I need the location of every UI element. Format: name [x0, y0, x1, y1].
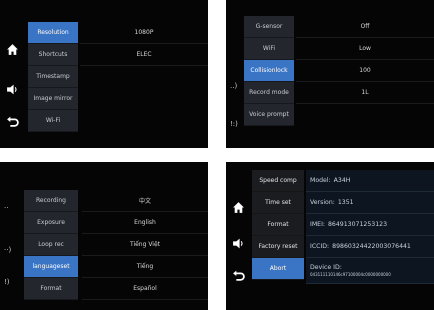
option-value[interactable]: 100	[296, 60, 434, 82]
menu-item-timestamp[interactable]: Timestamp	[28, 66, 78, 88]
language-option[interactable]: 中文	[82, 190, 208, 212]
side-indicator: ··	[4, 204, 9, 212]
menu-item-g-sensor[interactable]: G-sensor	[244, 16, 294, 38]
device-info: Model: A34H Version: 1351 IMEI: 86491307…	[306, 170, 434, 284]
back-icon[interactable]	[229, 266, 247, 284]
language-option[interactable]: Español	[82, 278, 208, 300]
option-values: 1080P ELEC	[80, 22, 208, 66]
menu-item-resolution[interactable]: Resolution	[28, 22, 78, 44]
menu-item-image-mirror[interactable]: Image mirror	[28, 88, 78, 110]
menu-item-factory-reset[interactable]: Factory reset	[252, 236, 304, 258]
side-indicator: ··)	[4, 246, 12, 254]
option-value[interactable]: Off	[296, 16, 434, 38]
option-value[interactable]: ELEC	[80, 44, 208, 66]
language-options: 中文 English Tiếng Việt Tiếng Español	[82, 190, 208, 300]
menu-item-collision-lock[interactable]: Collisionlock	[244, 60, 294, 82]
option-value[interactable]: 1L	[296, 82, 434, 104]
settings-menu: G-sensor WiFi Collisionlock Record mode …	[244, 16, 294, 126]
option-value[interactable]: Low	[296, 38, 434, 60]
menu-item-wifi[interactable]: WiFi	[244, 38, 294, 60]
menu-item-loop-recording[interactable]: Loop rec	[24, 234, 78, 256]
language-option[interactable]: Tiếng	[82, 256, 208, 278]
device-id-row: Device ID: 043111110146c97100004c0000000…	[306, 258, 434, 284]
imei-row: IMEI: 864913071253123	[306, 214, 434, 236]
side-rail	[0, 0, 26, 148]
iccid-row: ICCID: 89860324422003076441	[306, 236, 434, 258]
settings-panel-4: Speed comp Time set Format Factory reset…	[226, 162, 434, 310]
menu-item-format[interactable]: Format	[252, 214, 304, 236]
side-indicator: ..)	[230, 82, 238, 90]
menu-item-language[interactable]: languageset	[24, 256, 78, 278]
home-icon[interactable]	[229, 198, 247, 216]
menu-item-exposure[interactable]: Exposure	[24, 212, 78, 234]
settings-panel-2: ..) !:) G-sensor WiFi Collisionlock Reco…	[226, 0, 434, 148]
menu-item-abort[interactable]: Abort	[252, 258, 304, 280]
side-indicator: !:)	[230, 120, 238, 128]
home-icon[interactable]	[3, 40, 21, 58]
volume-icon[interactable]	[3, 80, 21, 98]
option-values: Off Low 100 1L	[296, 16, 434, 104]
model-label: Model:	[310, 177, 331, 184]
version-value: 1351	[337, 199, 354, 206]
volume-icon[interactable]	[229, 234, 247, 252]
settings-panel-1: Resolution Shortcuts Timestamp Image mir…	[0, 0, 208, 148]
device-id-label: Device ID:	[310, 264, 342, 271]
system-menu: Speed comp Time set Format Factory reset…	[252, 170, 304, 280]
side-rail	[226, 162, 252, 310]
option-value[interactable]: 1080P	[80, 22, 208, 44]
menu-item-speed-comp[interactable]: Speed comp	[252, 170, 304, 192]
model-value: A34H	[333, 177, 351, 184]
menu-item-format[interactable]: Format	[24, 278, 78, 300]
menu-item-time-set[interactable]: Time set	[252, 192, 304, 214]
settings-menu: Recording Exposure Loop rec languageset …	[24, 190, 78, 300]
back-icon[interactable]	[3, 112, 21, 130]
model-row: Model: A34H	[306, 170, 434, 192]
language-option[interactable]: English	[82, 212, 208, 234]
language-option[interactable]: Tiếng Việt	[82, 234, 208, 256]
version-label: Version:	[310, 199, 335, 206]
settings-menu: Resolution Shortcuts Timestamp Image mir…	[28, 22, 78, 132]
imei-label: IMEI:	[310, 221, 325, 228]
menu-item-record-mode[interactable]: Record mode	[244, 82, 294, 104]
device-id-value: 043111110146c97100004c0000000000	[310, 272, 391, 277]
menu-item-recording[interactable]: Recording	[24, 190, 78, 212]
menu-item-shortcuts[interactable]: Shortcuts	[28, 44, 78, 66]
menu-item-voice-prompt[interactable]: Voice prompt	[244, 104, 294, 126]
version-row: Version: 1351	[306, 192, 434, 214]
side-indicator: !)	[4, 278, 10, 286]
imei-value: 864913071253123	[327, 221, 388, 228]
settings-panel-3: ·· ··) !) Recording Exposure Loop rec la…	[0, 162, 208, 310]
iccid-label: ICCID:	[310, 243, 330, 250]
menu-item-wifi[interactable]: Wi-Fi	[28, 110, 78, 132]
iccid-value: 89860324422003076441	[332, 243, 411, 250]
